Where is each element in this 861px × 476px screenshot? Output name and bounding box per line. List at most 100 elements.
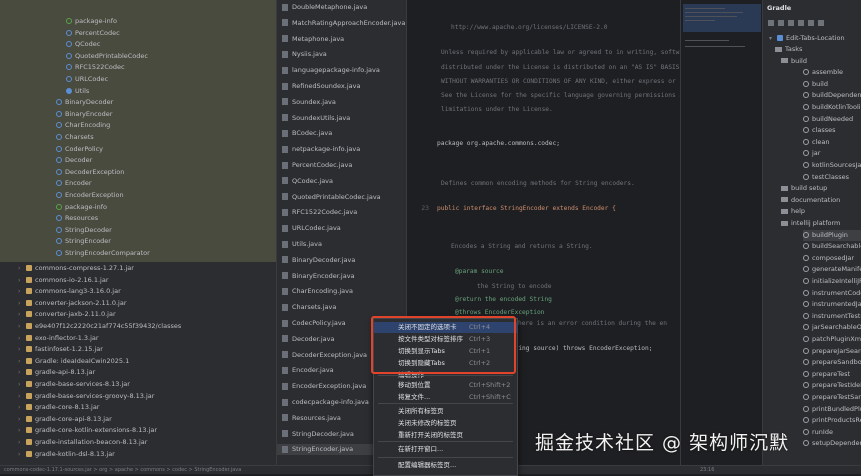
project-tree-item[interactable]: DecoderException — [56, 167, 124, 178]
context-menu-item[interactable]: 将复文件... Ctrl+Shift+C — [374, 392, 517, 403]
gradle-task-item[interactable]: printBundledPlugi — [803, 404, 861, 415]
project-tree-item[interactable]: RFC1522Codec — [66, 62, 125, 73]
context-menu-item[interactable]: 关闭未修改的标签页 — [374, 418, 517, 429]
chevron-right-icon[interactable]: › — [18, 344, 26, 355]
project-tree-item[interactable]: Charsets — [56, 132, 94, 143]
expand-icon[interactable] — [798, 20, 804, 26]
chevron-right-icon[interactable]: › — [18, 309, 26, 320]
gradle-task-item[interactable]: prepareJarSearch — [803, 346, 861, 357]
chevron-right-icon[interactable]: › — [18, 367, 26, 378]
file-list-item[interactable]: RefinedSoundex.java — [277, 81, 407, 92]
chevron-right-icon[interactable]: › — [18, 449, 26, 460]
file-list-item[interactable]: MatchRatingApproachEncoder.java — [277, 18, 407, 29]
library-item[interactable]: › commons-compress-1.27.1.jar — [18, 263, 134, 274]
gradle-task-item[interactable]: intellij platform — [781, 218, 861, 229]
file-list-item[interactable]: DoubleMetaphone.java — [277, 2, 407, 13]
gradle-task-item[interactable]: instrumentCode — [803, 288, 861, 299]
project-tree-item[interactable]: BinaryDecoder — [56, 97, 113, 108]
file-list-item[interactable]: SoundexUtils.java — [277, 113, 407, 124]
file-list-item[interactable]: netpackage-info.java — [277, 144, 407, 155]
context-menu-item[interactable]: 切换到显示Tabs Ctrl+1 — [374, 346, 517, 357]
file-list-item[interactable]: languagepackage-info.java — [277, 65, 407, 76]
library-item[interactable]: › gradle-base-services-8.13.jar — [18, 379, 130, 390]
gradle-task-item[interactable]: prepareTestSandbo — [803, 392, 861, 403]
project-tree-item[interactable]: PercentCodec — [66, 28, 120, 39]
gradle-task-item[interactable]: testClasses — [803, 172, 861, 183]
file-list-item[interactable]: Charsets.java — [277, 302, 407, 313]
chevron-right-icon[interactable]: › — [18, 321, 26, 332]
gradle-task-item[interactable]: setupDependencies — [803, 438, 861, 449]
project-tree-item[interactable]: QuotedPrintableCodec — [66, 51, 148, 62]
chevron-right-icon[interactable]: › — [18, 275, 26, 286]
project-tree-item[interactable]: CharEncoding — [56, 120, 110, 131]
add-icon[interactable] — [778, 20, 784, 26]
gradle-task-item[interactable]: documentation — [781, 195, 861, 206]
file-list-item[interactable]: Metaphone.java — [277, 34, 407, 45]
file-list-item[interactable]: BinaryEncoder.java — [277, 271, 407, 282]
project-tree-item[interactable]: package-info — [56, 202, 107, 213]
chevron-right-icon[interactable]: › — [18, 379, 26, 390]
project-tree-item[interactable]: StringEncoder — [56, 236, 111, 247]
gradle-task-item[interactable]: assemble — [803, 67, 861, 78]
file-list-item[interactable]: QuotedPrintableCodec.java — [277, 192, 407, 203]
gradle-task-item[interactable]: buildPlugin — [803, 229, 861, 241]
context-menu-item[interactable]: 在新打开窗口... — [374, 444, 517, 455]
library-item[interactable]: › Gradle: ideaIdeaICwin2025.1 — [18, 356, 129, 367]
file-list-item[interactable]: CharEncoding.java — [277, 286, 407, 297]
file-list-item[interactable]: Utils.java — [277, 239, 407, 250]
context-menu-item[interactable]: 配置编辑器标签页... — [374, 460, 517, 471]
gradle-task-item[interactable]: buildNeeded — [803, 114, 861, 125]
library-item[interactable]: › gradle-core-8.13.jar — [18, 402, 99, 413]
file-list-item[interactable]: BCodec.java — [277, 128, 407, 139]
gradle-task-item[interactable]: prepareTest — [803, 369, 861, 380]
gradle-task-item[interactable]: initializeIntelliJPl — [803, 276, 861, 287]
project-tree-item[interactable]: package-info — [66, 16, 117, 27]
chevron-right-icon[interactable]: › — [18, 286, 26, 297]
gradle-task-item[interactable]: printProductsRele — [803, 415, 861, 426]
project-tree-item[interactable]: EncoderException — [56, 190, 124, 201]
chevron-right-icon[interactable]: › — [18, 425, 26, 436]
project-tree-item[interactable]: CoderPolicy — [56, 144, 103, 155]
library-item[interactable]: › gradle-core-kotlin-extensions-8.13.jar — [18, 425, 157, 436]
file-list-item[interactable]: QCodec.java — [277, 176, 407, 187]
project-tree-item[interactable]: StringDecoder — [56, 225, 112, 236]
breadcrumb[interactable]: commons-codec-1.17.1-sources.jar > org >… — [4, 467, 241, 473]
gradle-task-item[interactable]: patchPluginXml — [803, 334, 861, 345]
project-tree-item[interactable]: StringEncoderComparator — [56, 248, 150, 259]
gradle-task-item[interactable]: jar — [803, 148, 861, 159]
library-item[interactable]: › gradle-installation-beacon-8.13.jar — [18, 437, 147, 448]
gradle-task-item[interactable]: clean — [803, 137, 861, 148]
library-item[interactable]: › gradle-core-api-8.13.jar — [18, 414, 112, 425]
gradle-project[interactable]: ▾ Edit-Tabs-Location — [769, 33, 845, 44]
file-list-item[interactable]: Nysiis.java — [277, 49, 407, 60]
library-item[interactable]: › converter-jackson-2.11.0.jar — [18, 298, 127, 309]
project-tree-item[interactable]: Decoder — [56, 155, 92, 166]
gradle-task-item[interactable]: Tasks — [775, 44, 861, 55]
file-list-item[interactable]: Soundex.java — [277, 97, 407, 108]
context-menu-item[interactable]: 重新打开关闭的标签页 — [374, 430, 517, 441]
library-item[interactable]: › fastinfoset-1.2.15.jar — [18, 344, 103, 355]
gradle-task-item[interactable]: buildDependents — [803, 90, 861, 101]
library-item[interactable]: › gradle-base-services-groovy-8.13.jar — [18, 391, 154, 402]
gradle-task-item[interactable]: kotlinSourcesJar — [803, 160, 861, 171]
gradle-task-item[interactable]: instrumentedJar — [803, 299, 861, 310]
library-item[interactable]: › e9e407f12c2220c21af774c55f39432/classes — [18, 321, 181, 332]
library-item[interactable]: › converter-jaxb-2.11.0.jar — [18, 309, 116, 320]
gradle-task-item[interactable]: build setup — [781, 183, 861, 194]
gradle-task-item[interactable]: runIde — [803, 427, 861, 438]
chevron-right-icon[interactable]: › — [18, 333, 26, 344]
file-list-item[interactable]: BinaryDecoder.java — [277, 255, 407, 266]
project-tree-item[interactable]: Utils — [66, 86, 89, 97]
gradle-task-item[interactable]: help — [781, 206, 861, 217]
context-menu-item[interactable]: 关闭不固定的选项卡 Ctrl+4 — [374, 322, 517, 333]
library-item[interactable]: › gradle-api-8.13.jar — [18, 367, 95, 378]
context-menu-item[interactable]: 按文件类型对标签排序 Ctrl+3 — [374, 334, 517, 345]
chevron-right-icon[interactable]: › — [18, 402, 26, 413]
gradle-task-item[interactable]: composedJar — [803, 253, 861, 264]
gradle-task-item[interactable]: prepareTestIdeDev — [803, 380, 861, 391]
chevron-right-icon[interactable]: › — [18, 414, 26, 425]
gradle-task-item[interactable]: buildKotlinToolin — [803, 102, 861, 113]
gradle-task-item[interactable]: build — [803, 79, 861, 90]
context-menu-item[interactable]: 切换到隐藏Tabs Ctrl+2 — [374, 358, 517, 369]
library-item[interactable]: › gradle-kotlin-dsl-8.13.jar — [18, 449, 115, 460]
